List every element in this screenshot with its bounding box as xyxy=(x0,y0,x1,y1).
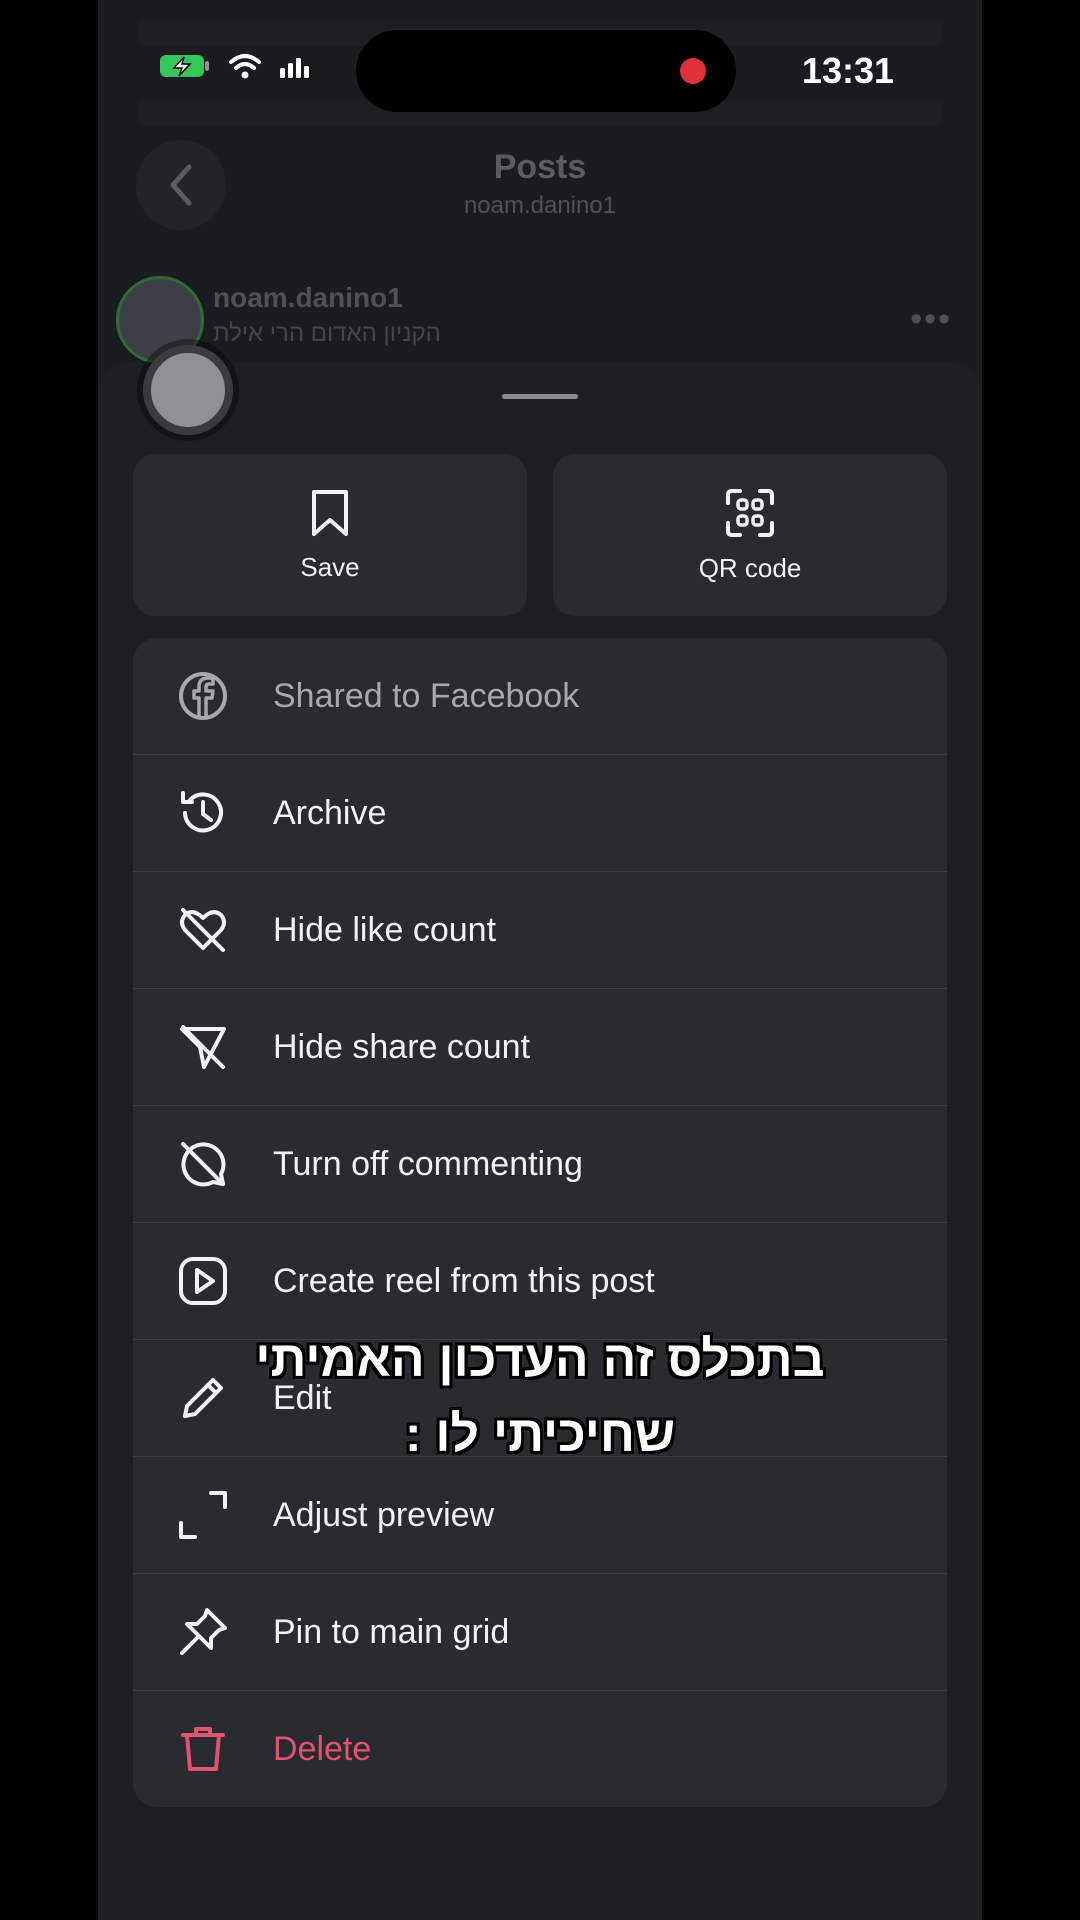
post-location[interactable]: הקניון האדום הרי אילת xyxy=(213,320,441,348)
options-sheet: Save QR code Shared to Facebook Archive … xyxy=(98,362,982,1920)
item-label: Create reel from this post xyxy=(273,1261,655,1300)
item-label: Adjust preview xyxy=(273,1495,495,1534)
options-list: Shared to Facebook Archive Hide like cou… xyxy=(133,638,947,1807)
archive-item[interactable]: Archive xyxy=(133,754,947,871)
item-label: Delete xyxy=(273,1729,372,1768)
hide-share-icon xyxy=(180,1025,226,1069)
item-label: Hide share count xyxy=(273,1027,531,1066)
item-label: Pin to main grid xyxy=(273,1612,510,1651)
phone-screen: 13:31 Posts noam.danino1 noam.danino1 הק… xyxy=(98,0,982,1920)
wifi-icon xyxy=(229,54,261,79)
adjust-preview-item[interactable]: Adjust preview xyxy=(133,1456,947,1573)
status-time: 13:31 xyxy=(801,50,894,91)
hide-like-count-item[interactable]: Hide like count xyxy=(133,871,947,988)
signal-icon xyxy=(280,58,309,78)
bookmark-icon xyxy=(312,489,348,536)
facebook-icon xyxy=(179,672,227,720)
pin-icon xyxy=(180,1608,227,1655)
expand-icon xyxy=(179,1491,227,1539)
trash-icon xyxy=(181,1727,225,1771)
post-username[interactable]: noam.danino1 xyxy=(213,282,403,314)
create-reel-item[interactable]: Create reel from this post xyxy=(133,1222,947,1339)
page-subtitle: noam.danino1 xyxy=(463,192,617,219)
item-label: Shared to Facebook xyxy=(273,676,580,715)
delete-item[interactable]: Delete xyxy=(133,1690,947,1807)
qr-code-icon xyxy=(726,488,774,537)
page-title: Posts xyxy=(493,148,587,186)
video-caption-line-2: שחיכיתי לו : xyxy=(404,1406,676,1462)
hide-like-icon xyxy=(180,908,226,952)
status-icons xyxy=(154,52,312,80)
item-label: Hide like count xyxy=(273,910,497,949)
item-label: Archive xyxy=(273,793,387,832)
comment-off-icon xyxy=(181,1142,226,1187)
more-options-icon[interactable]: ••• xyxy=(910,300,952,339)
shared-to-facebook-item[interactable]: Shared to Facebook xyxy=(133,638,947,754)
dynamic-island xyxy=(356,30,736,112)
reel-icon xyxy=(179,1257,227,1305)
save-label: Save xyxy=(300,551,360,582)
turn-off-commenting-item[interactable]: Turn off commenting xyxy=(133,1105,947,1222)
hide-share-count-item[interactable]: Hide share count xyxy=(133,988,947,1105)
qr-code-button[interactable]: QR code xyxy=(553,454,947,616)
archive-icon xyxy=(181,791,223,833)
sheet-handle[interactable] xyxy=(502,394,578,399)
save-button[interactable]: Save xyxy=(133,454,527,616)
battery-charging-icon xyxy=(160,55,209,77)
qr-code-label: QR code xyxy=(698,552,802,583)
video-caption-line-1: בתכלס זה העדכון האמיתי xyxy=(255,1331,825,1387)
touch-indicator xyxy=(143,345,233,435)
recording-indicator xyxy=(680,58,706,84)
pin-to-grid-item[interactable]: Pin to main grid xyxy=(133,1573,947,1690)
item-label: Turn off commenting xyxy=(273,1144,583,1183)
